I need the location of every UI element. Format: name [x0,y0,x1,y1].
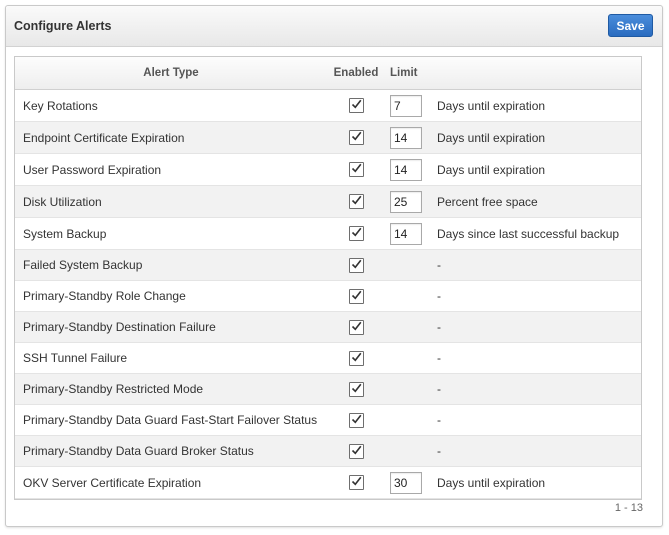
limit-description: - [435,373,641,405]
limit-cell [385,153,435,186]
enabled-cell [327,217,385,250]
table-header-row: Alert Type Enabled Limit [15,57,641,90]
enabled-cell [327,121,385,154]
enabled-cell [327,435,385,467]
table-row: Primary-Standby Role Change - [15,280,641,312]
alert-type-cell: OKV Server Certificate Expiration [15,466,327,499]
limit-description: - [435,342,641,374]
limit-cell [385,121,435,154]
limit-description: Days until expiration [435,89,641,122]
table-row: Failed System Backup - [15,249,641,281]
table-row: SSH Tunnel Failure - [15,342,641,374]
alert-type-cell: Key Rotations [15,89,327,122]
table-row: System Backup Days since last successful … [15,217,641,250]
column-header-limit[interactable]: Limit [385,57,435,90]
enabled-cell [327,249,385,281]
limit-description: - [435,249,641,281]
table-row: Key Rotations Days until expiration [15,89,641,122]
alert-type-cell: Primary-Standby Destination Failure [15,311,327,343]
alert-type-cell: Primary-Standby Role Change [15,280,327,312]
enabled-checkbox[interactable] [348,194,364,210]
alert-type-cell: SSH Tunnel Failure [15,342,327,374]
pagination-range: 1 - 13 [614,502,643,514]
limit-cell [385,311,435,343]
panel-title: Configure Alerts [14,19,112,33]
column-header-alert-type[interactable]: Alert Type [15,57,327,90]
table-row: Endpoint Certificate Expiration Days unti… [15,121,641,154]
limit-input[interactable] [390,94,422,117]
limit-input[interactable] [390,158,422,181]
enabled-checkbox[interactable] [348,226,364,242]
table-row: Primary-Standby Destination Failure - [15,311,641,343]
enabled-cell [327,373,385,405]
limit-input[interactable] [390,471,422,494]
limit-description: - [435,311,641,343]
configure-alerts-panel: Configure Alerts Save Alert Type Enabled… [5,5,663,527]
limit-description: - [435,280,641,312]
alert-type-cell: Primary-Standby Data Guard Broker Status [15,435,327,467]
limit-cell [385,185,435,218]
enabled-checkbox[interactable] [348,288,364,304]
enabled-checkbox[interactable] [348,162,364,178]
enabled-checkbox[interactable] [348,350,364,366]
limit-description: Days since last successful backup [435,217,641,250]
panel-header: Configure Alerts Save [6,6,662,47]
limit-cell [385,217,435,250]
column-header-enabled[interactable]: Enabled [327,57,385,90]
alerts-table-container: Alert Type Enabled Limit Key Rotations Da… [14,56,642,500]
enabled-checkbox[interactable] [348,130,364,146]
limit-cell [385,404,435,436]
limit-cell [385,342,435,374]
limit-description: - [435,404,641,436]
enabled-checkbox[interactable] [348,319,364,335]
alert-type-cell: Primary-Standby Data Guard Fast-Start Fa… [15,404,327,436]
limit-input[interactable] [390,222,422,245]
limit-cell [385,249,435,281]
save-button[interactable]: Save [608,14,653,37]
alert-type-cell: System Backup [15,217,327,250]
alert-type-cell: Primary-Standby Restricted Mode [15,373,327,405]
enabled-cell [327,404,385,436]
enabled-checkbox[interactable] [348,443,364,459]
alert-type-cell: Failed System Backup [15,249,327,281]
alert-type-cell: Disk Utilization [15,185,327,218]
limit-cell [385,89,435,122]
limit-cell [385,373,435,405]
enabled-checkbox[interactable] [348,381,364,397]
alert-type-cell: User Password Expiration [15,153,327,186]
enabled-cell [327,280,385,312]
enabled-cell [327,311,385,343]
enabled-checkbox[interactable] [348,98,364,114]
limit-description: - [435,435,641,467]
limit-description: Percent free space [435,185,641,218]
column-header-description [435,57,641,90]
alerts-table-body: Key RotationsDays until expirationEndpoi… [15,89,641,499]
table-row: Primary-Standby Data Guard Fast-Start Fa… [15,404,641,436]
limit-description: Days until expiration [435,153,641,186]
alert-type-cell: Endpoint Certificate Expiration [15,121,327,154]
table-row: Primary-Standby Data Guard Broker Status… [15,435,641,467]
alerts-table: Alert Type Enabled Limit Key Rotations Da… [15,57,641,499]
table-row: User Password Expiration Days until expir… [15,153,641,186]
limit-input[interactable] [390,126,422,149]
enabled-cell [327,342,385,374]
enabled-cell [327,89,385,122]
table-row: OKV Server Certificate Expiration Days un… [15,466,641,499]
table-row: Primary-Standby Restricted Mode - [15,373,641,405]
enabled-cell [327,153,385,186]
table-row: Disk Utilization Percent free space [15,185,641,218]
limit-cell [385,466,435,499]
limit-description: Days until expiration [435,466,641,499]
limit-description: Days until expiration [435,121,641,154]
enabled-cell [327,185,385,218]
limit-cell [385,280,435,312]
limit-input[interactable] [390,190,422,213]
limit-cell [385,435,435,467]
enabled-checkbox[interactable] [348,257,364,273]
enabled-cell [327,466,385,499]
enabled-checkbox[interactable] [348,475,364,491]
enabled-checkbox[interactable] [348,412,364,428]
